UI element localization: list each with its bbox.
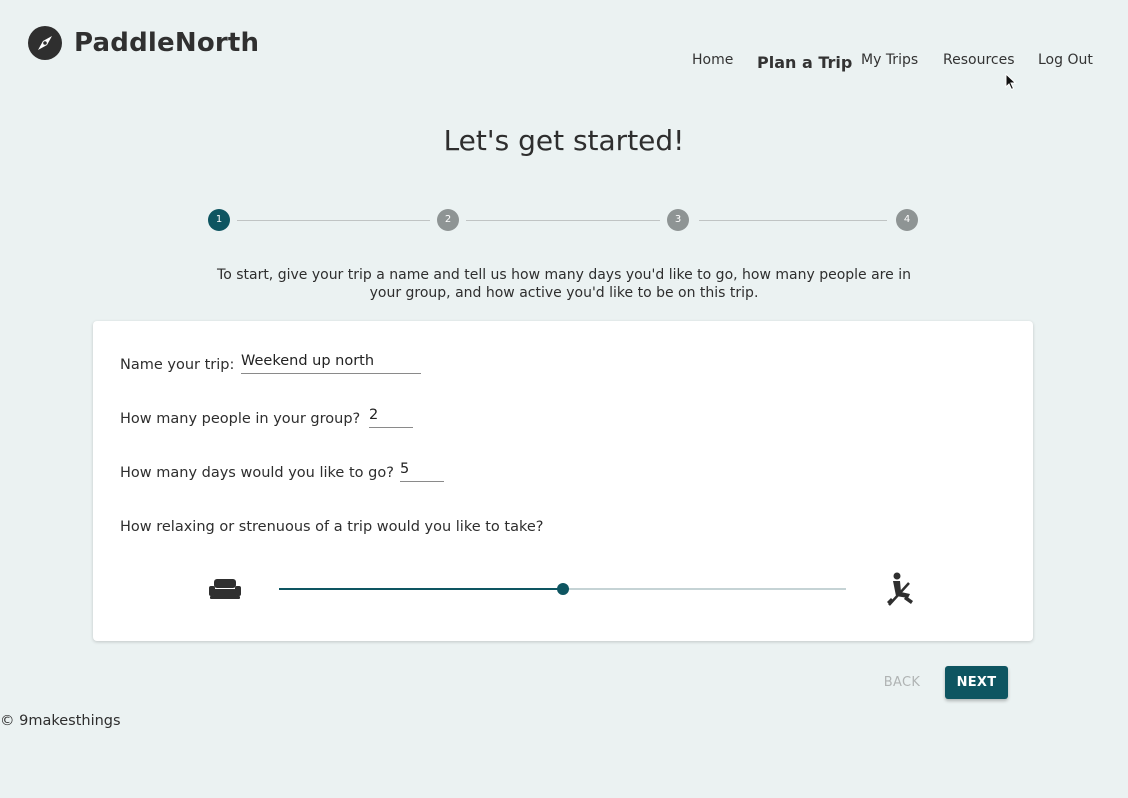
mouse-cursor-icon <box>1005 73 1017 91</box>
intro-text: To start, give your trip a name and tell… <box>217 267 911 301</box>
step-3: 3 <box>667 209 689 231</box>
slider-thumb[interactable] <box>556 583 569 595</box>
days-input[interactable] <box>400 461 444 482</box>
footer-copyright: © 9makesthings <box>0 713 121 729</box>
back-button[interactable]: BACK <box>870 666 934 699</box>
nav-log-out[interactable]: Log Out <box>1038 52 1093 68</box>
couch-icon <box>209 579 241 599</box>
step-2: 2 <box>437 209 459 231</box>
slider-fill <box>279 588 563 590</box>
step-4: 4 <box>896 209 918 231</box>
trip-name-input[interactable] <box>241 353 421 374</box>
kayaker-icon <box>887 572 913 606</box>
next-button[interactable]: NEXT <box>945 666 1008 699</box>
brand-logo[interactable]: PaddleNorth <box>28 26 259 60</box>
trip-form-card: Name your trip: How many people in your … <box>93 321 1033 641</box>
nav-my-trips[interactable]: My Trips <box>861 52 918 68</box>
brand-name: PaddleNorth <box>74 28 260 58</box>
group-size-input[interactable] <box>369 407 413 428</box>
progress-stepper: 1 2 3 4 <box>0 209 1128 231</box>
intensity-slider[interactable] <box>279 583 846 595</box>
step-connector <box>237 219 430 221</box>
days-label: How many days would you like to go? <box>120 465 394 481</box>
step-connector <box>466 219 660 221</box>
intensity-label: How relaxing or strenuous of a trip woul… <box>120 519 544 535</box>
page-title: Let's get started! <box>443 124 685 157</box>
nav-resources[interactable]: Resources <box>943 52 1015 68</box>
nav-home[interactable]: Home <box>692 52 733 68</box>
compass-icon <box>28 26 62 60</box>
trip-name-label: Name your trip: <box>120 357 235 373</box>
step-1: 1 <box>208 209 230 231</box>
step-connector <box>699 219 887 221</box>
nav-plan-a-trip[interactable]: Plan a Trip <box>757 53 852 72</box>
group-size-label: How many people in your group? <box>120 411 361 427</box>
